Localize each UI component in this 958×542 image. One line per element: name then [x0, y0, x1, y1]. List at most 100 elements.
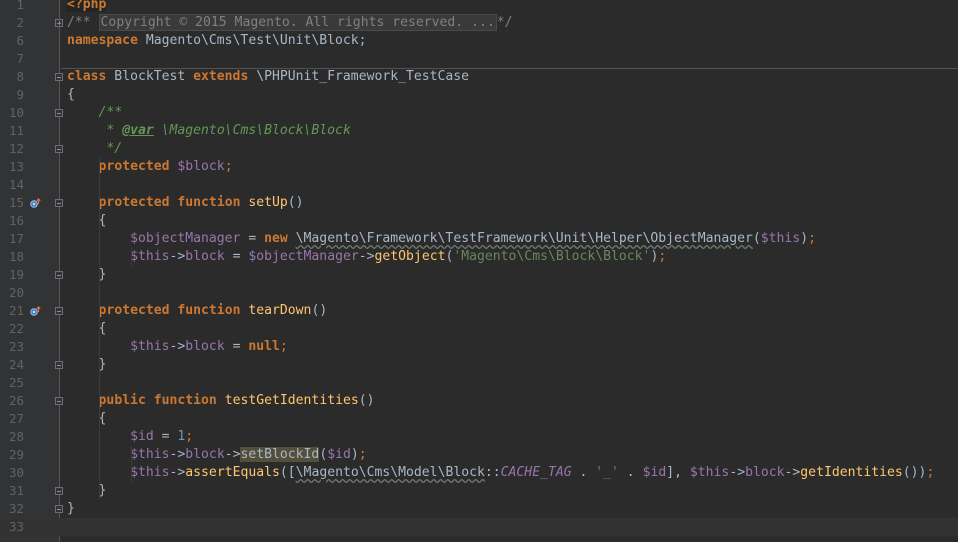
line-number[interactable]: 11 [0, 122, 24, 140]
line-number[interactable]: 29 [0, 446, 24, 464]
code-line-29[interactable]: 29 $this->block->setBlockId($id); [0, 446, 958, 464]
line-number[interactable]: 26 [0, 392, 24, 410]
code-text[interactable]: <?php [67, 0, 107, 14]
code-line-14[interactable]: 14 [0, 176, 958, 194]
line-number[interactable]: 24 [0, 356, 24, 374]
line-number[interactable]: 20 [0, 284, 24, 302]
code-text[interactable]: { [67, 86, 75, 104]
code-line-19[interactable]: 19 } [0, 266, 958, 284]
code-text[interactable]: /** [67, 104, 123, 122]
code-line-7[interactable]: 7 [0, 50, 958, 68]
line-number[interactable]: 32 [0, 500, 24, 518]
line-number[interactable]: 18 [0, 248, 24, 266]
code-line-17[interactable]: 17 $objectManager = new \Magento\Framewo… [0, 230, 958, 248]
collapse-fold-icon[interactable] [55, 109, 63, 117]
collapse-fold-icon[interactable] [55, 487, 63, 495]
code-text[interactable]: { [67, 212, 107, 230]
code-token-folded[interactable]: Copyright © 2015 Magento. All rights res… [98, 14, 497, 31]
code-text[interactable]: { [67, 320, 107, 338]
line-number[interactable]: 9 [0, 86, 24, 104]
line-number[interactable]: 7 [0, 50, 24, 68]
collapse-fold-icon[interactable] [55, 199, 63, 207]
override-method-icon[interactable] [30, 198, 41, 209]
override-method-icon[interactable] [30, 306, 41, 317]
line-number[interactable]: 2 [0, 14, 24, 32]
code-line-9[interactable]: 9{ [0, 86, 958, 104]
line-number[interactable]: 23 [0, 338, 24, 356]
code-line-6[interactable]: 6 namespace Magento\Cms\Test\Unit\Block; [0, 32, 958, 50]
code-text[interactable]: protected $block; [67, 158, 233, 176]
code-line-11[interactable]: 11 * @var \Magento\Cms\Block\Block [0, 122, 958, 140]
code-line-24[interactable]: 24 } [0, 356, 958, 374]
code-text[interactable]: } [67, 266, 107, 284]
code-text[interactable]: $this->block->setBlockId($id); [67, 446, 367, 464]
line-number[interactable]: 13 [0, 158, 24, 176]
code-line-21[interactable]: 21 protected function tearDown() [0, 302, 958, 320]
line-number[interactable]: 28 [0, 428, 24, 446]
code-text[interactable]: } [67, 500, 75, 518]
line-number[interactable]: 6 [0, 32, 24, 50]
code-line-33[interactable]: 33 [0, 518, 958, 536]
line-number[interactable]: 25 [0, 374, 24, 392]
code-line-15[interactable]: 15 protected function setUp() [0, 194, 958, 212]
code-text[interactable]: $this->assertEquals([\Magento\Cms\Model\… [67, 464, 934, 482]
code-text[interactable]: } [67, 356, 107, 374]
code-line-8[interactable]: 8 class BlockTest extends \PHPUnit_Framew… [0, 68, 958, 86]
code-line-18[interactable]: 18 $this->block = $objectManager->getObj… [0, 248, 958, 266]
line-number[interactable]: 30 [0, 464, 24, 482]
code-text[interactable]: namespace Magento\Cms\Test\Unit\Block; [67, 32, 367, 50]
line-number[interactable]: 27 [0, 410, 24, 428]
line-number[interactable]: 16 [0, 212, 24, 230]
collapse-fold-icon[interactable] [55, 397, 63, 405]
collapse-fold-icon[interactable] [55, 271, 63, 279]
code-line-25[interactable]: 25 [0, 374, 958, 392]
line-number[interactable]: 19 [0, 266, 24, 284]
line-number[interactable]: 8 [0, 68, 24, 86]
code-line-1[interactable]: 1 <?php [0, 0, 958, 14]
code-text[interactable]: /** Copyright © 2015 Magento. All rights… [67, 14, 512, 32]
code-text[interactable]: } [67, 482, 107, 500]
line-number[interactable]: 14 [0, 176, 24, 194]
code-text[interactable]: protected function tearDown() [67, 302, 328, 320]
code-text[interactable]: $objectManager = new \Magento\Framework\… [67, 230, 816, 248]
code-text[interactable]: { [67, 410, 107, 428]
line-number[interactable]: 17 [0, 230, 24, 248]
code-text[interactable]: $this->block = $objectManager->getObject… [67, 248, 666, 266]
code-text[interactable]: $id = 1; [67, 428, 193, 446]
code-line-2[interactable]: 2 /** Copyright © 2015 Magento. All right… [0, 14, 958, 32]
code-editor[interactable]: 1 <?php 2 /** Copyright © 2015 Magento. All… [0, 0, 958, 542]
code-text[interactable]: $this->block = null; [67, 338, 288, 356]
code-line-32[interactable]: 32} [0, 500, 958, 518]
collapse-fold-icon[interactable] [55, 505, 63, 513]
collapse-fold-icon[interactable] [55, 307, 63, 315]
line-number[interactable]: 10 [0, 104, 24, 122]
expand-fold-icon[interactable] [55, 19, 63, 27]
line-number[interactable]: 33 [0, 518, 24, 536]
code-line-16[interactable]: 16 { [0, 212, 958, 230]
collapse-fold-icon[interactable] [55, 73, 63, 81]
code-line-30[interactable]: 30 $this->assertEquals([\Magento\Cms\Mod… [0, 464, 958, 482]
code-line-22[interactable]: 22 { [0, 320, 958, 338]
code-text[interactable]: class BlockTest extends \PHPUnit_Framewo… [67, 68, 469, 86]
line-number[interactable]: 21 [0, 302, 24, 320]
line-number[interactable]: 15 [0, 194, 24, 212]
line-number[interactable]: 22 [0, 320, 24, 338]
code-line-26[interactable]: 26 public function testGetIdentities() [0, 392, 958, 410]
code-line-13[interactable]: 13 protected $block; [0, 158, 958, 176]
line-number[interactable]: 1 [0, 0, 24, 14]
code-line-20[interactable]: 20 [0, 284, 958, 302]
code-text[interactable]: */ [67, 140, 122, 158]
code-text[interactable]: * @var \Magento\Cms\Block\Block [67, 122, 350, 140]
line-number[interactable]: 31 [0, 482, 24, 500]
line-number[interactable]: 12 [0, 140, 24, 158]
collapse-fold-icon[interactable] [55, 361, 63, 369]
code-line-12[interactable]: 12 */ [0, 140, 958, 158]
collapse-fold-icon[interactable] [55, 145, 63, 153]
code-line-10[interactable]: 10 /** [0, 104, 958, 122]
code-text[interactable]: protected function setUp() [67, 194, 304, 212]
code-line-23[interactable]: 23 $this->block = null; [0, 338, 958, 356]
code-line-27[interactable]: 27 { [0, 410, 958, 428]
code-line-28[interactable]: 28 $id = 1; [0, 428, 958, 446]
code-text[interactable]: public function testGetIdentities() [67, 392, 375, 410]
code-line-31[interactable]: 31 } [0, 482, 958, 500]
